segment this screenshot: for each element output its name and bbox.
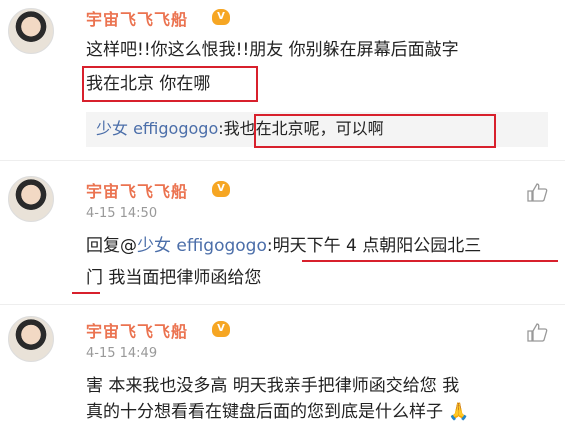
like-thumb-icon[interactable]	[526, 182, 548, 202]
author-name[interactable]: 宇宙飞飞飞船	[86, 318, 188, 342]
author-name[interactable]: 宇宙飞飞飞船	[86, 178, 188, 202]
comment-highlight-text: 明天下午 4 点朝阳公园北三	[272, 236, 482, 256]
avatar[interactable]	[8, 176, 54, 222]
reply-prefix: 回复@	[86, 236, 137, 256]
vip-badge-icon: V	[212, 9, 230, 25]
like-thumb-icon[interactable]	[526, 322, 548, 342]
comment-line2: 门 我当面把律师函给您	[86, 264, 261, 292]
underline-highlight	[302, 260, 558, 262]
comment-text: 真的十分想看看在键盘后面的您到底是什么样子	[86, 402, 443, 422]
timestamp: 4-15 14:49	[86, 346, 158, 361]
underline-highlight	[72, 292, 100, 294]
avatar[interactable]	[8, 316, 54, 362]
reply-user-link[interactable]: 少女 effigogogo	[96, 119, 218, 138]
vip-badge-icon: V	[212, 321, 230, 337]
comment-line2: 真的十分想看看在键盘后面的您到底是什么样子 🙏	[86, 398, 470, 426]
reply-user-link[interactable]: 少女 effigogogo	[137, 236, 267, 256]
divider	[0, 160, 565, 161]
highlight-box	[254, 114, 496, 148]
comment-text: 我当面把律师函给您	[103, 268, 262, 288]
pray-emoji-icon: 🙏	[448, 402, 470, 422]
comment-line1: 回复@少女 effigogogo:明天下午 4 点朝阳公园北三	[86, 232, 481, 260]
author-name[interactable]: 宇宙飞飞飞船	[86, 6, 188, 30]
divider	[0, 304, 565, 305]
comment-highlight-text: 门	[86, 268, 103, 288]
highlight-box	[82, 66, 258, 102]
avatar[interactable]	[8, 8, 54, 54]
comment-line1: 害 本来我也没多高 明天我亲手把律师函交给您 我	[86, 376, 460, 396]
vip-badge-icon: V	[212, 181, 230, 197]
post-text-line1: 这样吧!!你这么恨我!!朋友 你别躲在屏幕后面敲字	[86, 40, 459, 60]
timestamp: 4-15 14:50	[86, 206, 158, 221]
